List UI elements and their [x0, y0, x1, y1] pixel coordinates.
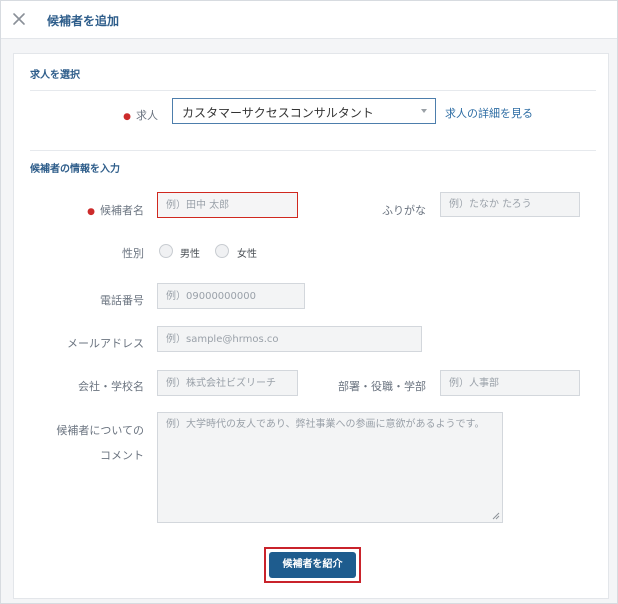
company-input[interactable] — [157, 370, 298, 396]
email-label: メールアドレス — [67, 337, 144, 350]
submit-candidate-button[interactable]: 候補者を紹介 — [269, 552, 356, 578]
resize-handle-icon[interactable] — [492, 512, 500, 520]
gender-option-female: 女性 — [237, 249, 257, 260]
comment-label-line1: 候補者についての — [56, 424, 144, 437]
job-select[interactable]: カスタマーサクセスコンサルタント — [172, 98, 436, 124]
dialog-header: 候補者を追加 — [1, 1, 617, 39]
candidate-section-title: 候補者の情報を入力 — [30, 164, 120, 175]
candidate-name-label: ● 候補者名 — [87, 204, 144, 217]
chevron-down-icon — [421, 109, 427, 113]
job-details-link[interactable]: 求人の詳細を見る — [445, 105, 533, 121]
close-icon[interactable] — [11, 11, 27, 27]
divider — [30, 90, 596, 91]
gender-label: 性別 — [122, 247, 144, 260]
job-select-value: カスタマーサクセスコンサルタント — [182, 106, 374, 120]
add-candidate-dialog: 候補者を追加 求人を選択 ● 求人 カスタマーサクセスコンサルタント 求人の詳細を… — [0, 0, 618, 604]
furigana-input[interactable] — [440, 192, 580, 217]
phone-label: 電話番号 — [100, 294, 144, 307]
gender-radio-male[interactable] — [159, 244, 173, 258]
comment-label-line2: コメント — [100, 449, 144, 462]
department-label: 部署・役職・学部 — [338, 380, 426, 393]
furigana-label: ふりがな — [382, 204, 426, 217]
required-mark: ● — [87, 207, 95, 217]
dialog-title: 候補者を追加 — [47, 14, 120, 28]
gender-radio-female[interactable] — [215, 244, 229, 258]
form-card: 求人を選択 ● 求人 カスタマーサクセスコンサルタント 求人の詳細を見る 候補者の… — [13, 53, 609, 599]
email-input[interactable] — [157, 326, 422, 352]
company-label: 会社・学校名 — [78, 380, 144, 393]
required-mark: ● — [123, 112, 131, 122]
comment-textarea[interactable] — [157, 412, 503, 523]
phone-input[interactable] — [157, 283, 305, 309]
submit-highlight: 候補者を紹介 — [264, 547, 361, 583]
department-input[interactable] — [440, 370, 580, 396]
candidate-name-input[interactable] — [157, 192, 298, 218]
job-label: ● 求人 — [123, 109, 158, 122]
gender-option-male: 男性 — [180, 249, 200, 260]
job-section-title: 求人を選択 — [30, 70, 80, 81]
divider — [30, 150, 596, 151]
